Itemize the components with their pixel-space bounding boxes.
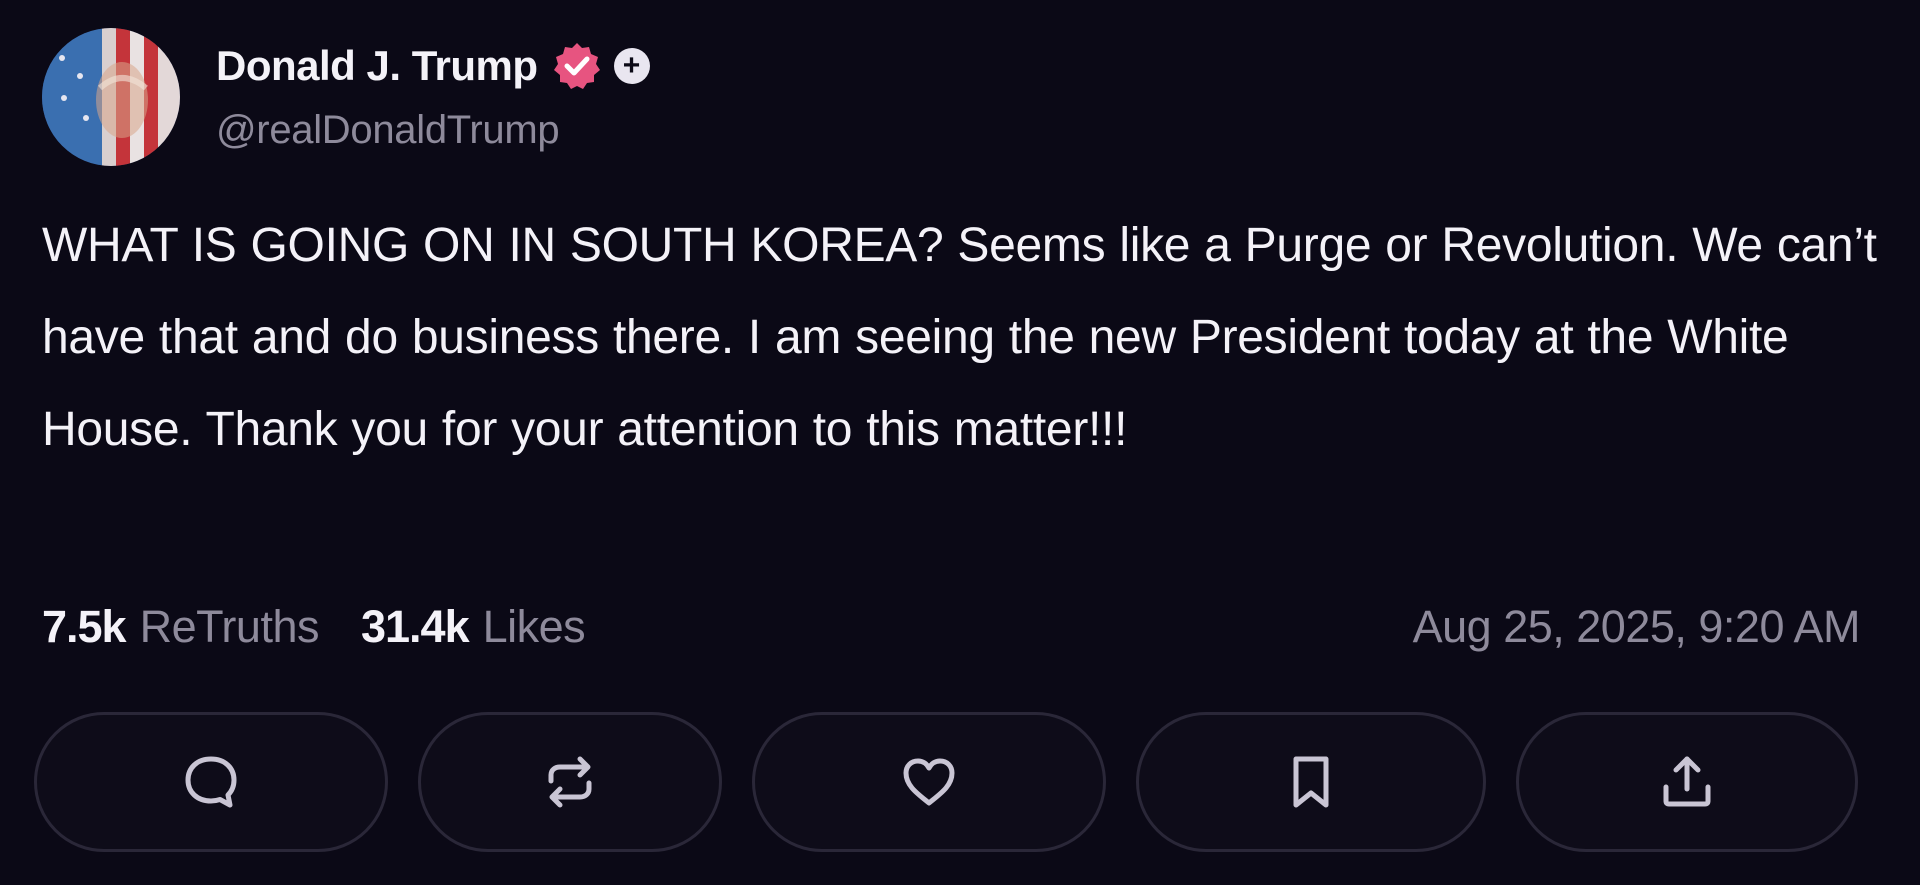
heart-icon: [903, 758, 955, 806]
bookmark-button[interactable]: [1136, 712, 1486, 852]
avatar-flag-image: [42, 28, 180, 166]
comment-icon: [185, 756, 237, 808]
name-row: Donald J. Trump +: [216, 34, 650, 98]
share-button[interactable]: [1516, 712, 1858, 852]
bookmark-icon: [1293, 756, 1329, 808]
truth-post-card: Donald J. Trump + @realDonaldTrump WHAT …: [0, 0, 1920, 885]
repost-icon: [548, 756, 592, 808]
likes-count: 31.4k: [360, 601, 470, 652]
retruths-stat[interactable]: 7.5k ReTruths: [42, 601, 319, 653]
author-handle[interactable]: @realDonaldTrump: [216, 108, 650, 153]
retruth-button[interactable]: [418, 712, 722, 852]
action-bar: [34, 712, 1858, 852]
avatar[interactable]: [42, 28, 180, 166]
reply-button[interactable]: [34, 712, 388, 852]
like-button[interactable]: [752, 712, 1106, 852]
post-text: WHAT IS GOING ON IN SOUTH KOREA? Seems l…: [42, 219, 1877, 456]
author-display-name[interactable]: Donald J. Trump: [216, 42, 538, 90]
likes-stat[interactable]: 31.4k Likes: [360, 601, 586, 653]
post-timestamp[interactable]: Aug 25, 2025, 9:20 AM: [1413, 601, 1861, 653]
retruths-count: 7.5k: [42, 601, 127, 652]
share-icon: [1663, 756, 1711, 807]
post-header: Donald J. Trump + @realDonaldTrump: [42, 28, 650, 166]
verified-badge-icon: [553, 42, 600, 89]
likes-label: Likes: [482, 601, 586, 652]
retruths-label: ReTruths: [139, 601, 320, 652]
plus-badge-icon: +: [613, 47, 650, 84]
post-stats: 7.5k ReTruths 31.4k Likes Aug 25, 2025, …: [42, 592, 1861, 662]
author-info: Donald J. Trump + @realDonaldTrump: [216, 34, 650, 153]
